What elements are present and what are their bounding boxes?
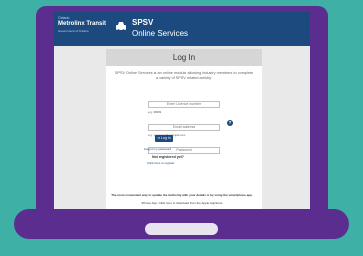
licence-hint: e.g. 99999: [148, 110, 162, 114]
brand-line1: Ontario: [58, 16, 70, 20]
forgot-password-link[interactable]: Forgot my password: [144, 147, 171, 151]
register-link[interactable]: Click here to register: [147, 161, 175, 165]
brand-line3: Government of Ontario: [58, 29, 89, 33]
footer-note: The most convenient way to update the Au…: [111, 193, 253, 197]
question-icon[interactable]: ?: [227, 120, 233, 126]
intro-text: SPSV Online Services is an online module…: [114, 71, 254, 80]
licence-number-input[interactable]: [148, 101, 220, 108]
login-panel: Log In SPSV Online Services is an online…: [106, 49, 262, 209]
brand-line2: Metrolinx Transit: [58, 21, 107, 27]
laptop-trackpad: [145, 223, 218, 235]
brand-logo: Ontario Metrolinx Transit Government of …: [58, 16, 106, 42]
app-header: Ontario Metrolinx Transit Government of …: [54, 12, 310, 46]
app-title: SPSV: [132, 18, 154, 27]
laptop-screen: Ontario Metrolinx Transit Government of …: [54, 12, 310, 209]
app-subtitle: Online Services: [132, 29, 189, 38]
app-download-note: iPhone App: Click here to download from …: [54, 201, 310, 205]
car-icon: [116, 22, 126, 32]
app-download-link[interactable]: here: [166, 201, 172, 205]
login-title: Log In: [106, 49, 262, 66]
app-download-suffix: to download from the Apple AppStore: [172, 201, 223, 205]
email-input[interactable]: [148, 124, 220, 131]
login-button-label: Log In: [161, 136, 171, 140]
not-registered-text: Not registered yet?: [152, 155, 184, 159]
login-button[interactable]: ➔ Log In: [155, 135, 173, 142]
app-download-prefix: iPhone App: Click: [141, 201, 166, 205]
